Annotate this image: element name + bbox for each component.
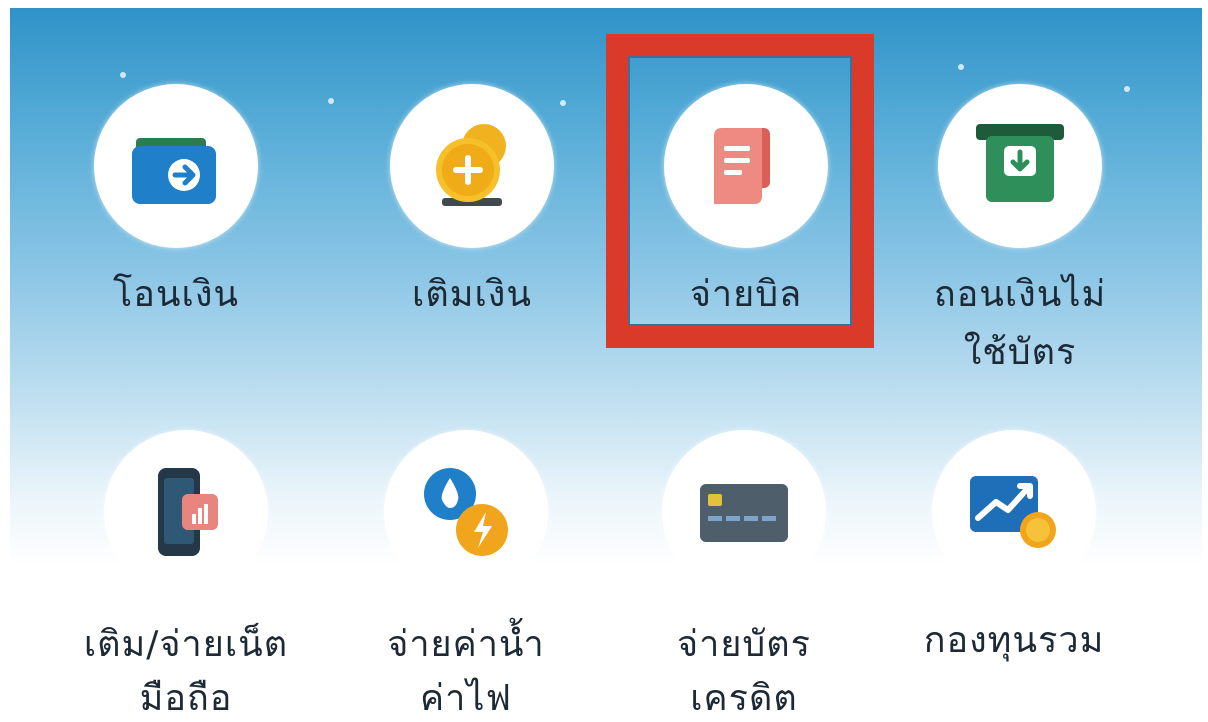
screen: โอนเงิน เติมเงิน จ่ายบิล ถอนเงินไม่ ใช้บ… bbox=[0, 0, 1208, 722]
wallet-transfer-icon bbox=[132, 138, 216, 204]
decoration-dot bbox=[958, 64, 964, 70]
highlight-box bbox=[606, 34, 874, 348]
menu-label-line2: เครดิต bbox=[690, 678, 798, 719]
menu-label: เติมเงิน bbox=[412, 274, 532, 315]
icon-circle bbox=[384, 430, 548, 594]
menu-item-credit-card[interactable]: จ่ายบัตร เครดิต bbox=[624, 430, 864, 722]
menu-label-line2: มือถือ bbox=[139, 678, 233, 719]
menu-item-transfer[interactable]: โอนเงิน bbox=[56, 84, 296, 384]
coin-topup-icon bbox=[436, 124, 506, 206]
mutual-fund-icon bbox=[970, 476, 1056, 548]
menu-item-mutual-fund[interactable]: กองทุนรวม bbox=[894, 430, 1134, 722]
menu-label: กองทุนรวม bbox=[923, 620, 1105, 661]
mobile-topup-icon bbox=[158, 468, 218, 556]
menu-label-line2: ค่าไฟ bbox=[420, 678, 512, 719]
icon-circle bbox=[662, 430, 826, 594]
decoration-dot bbox=[120, 72, 126, 78]
menu-label-line1: จ่ายค่าน้ำ bbox=[387, 624, 545, 665]
menu-item-topup[interactable]: เติมเงิน bbox=[352, 84, 592, 384]
water-electric-icon bbox=[424, 468, 508, 556]
menu-label-line1: ถอนเงินไม่ bbox=[933, 274, 1107, 315]
atm-withdraw-icon bbox=[976, 124, 1064, 202]
icon-circle bbox=[390, 84, 554, 248]
menu-item-cardless-withdraw[interactable]: ถอนเงินไม่ ใช้บัตร bbox=[900, 84, 1140, 384]
icon-circle bbox=[94, 84, 258, 248]
icon-circle bbox=[938, 84, 1102, 248]
credit-card-icon bbox=[700, 484, 788, 542]
menu-label: โอนเงิน bbox=[112, 274, 240, 315]
menu-label-line2: ใช้บัตร bbox=[963, 332, 1077, 373]
menu-label-line1: เติม/จ่ายเน็ต bbox=[83, 624, 289, 665]
menu-item-water-electric[interactable]: จ่ายค่าน้ำ ค่าไฟ bbox=[346, 430, 586, 722]
menu-label-line1: จ่ายบัตร bbox=[677, 624, 811, 665]
decoration-dot bbox=[328, 98, 334, 104]
icon-circle bbox=[104, 430, 268, 594]
icon-circle bbox=[932, 430, 1096, 594]
menu-item-mobile-topup[interactable]: เติม/จ่ายเน็ต มือถือ bbox=[66, 430, 306, 722]
